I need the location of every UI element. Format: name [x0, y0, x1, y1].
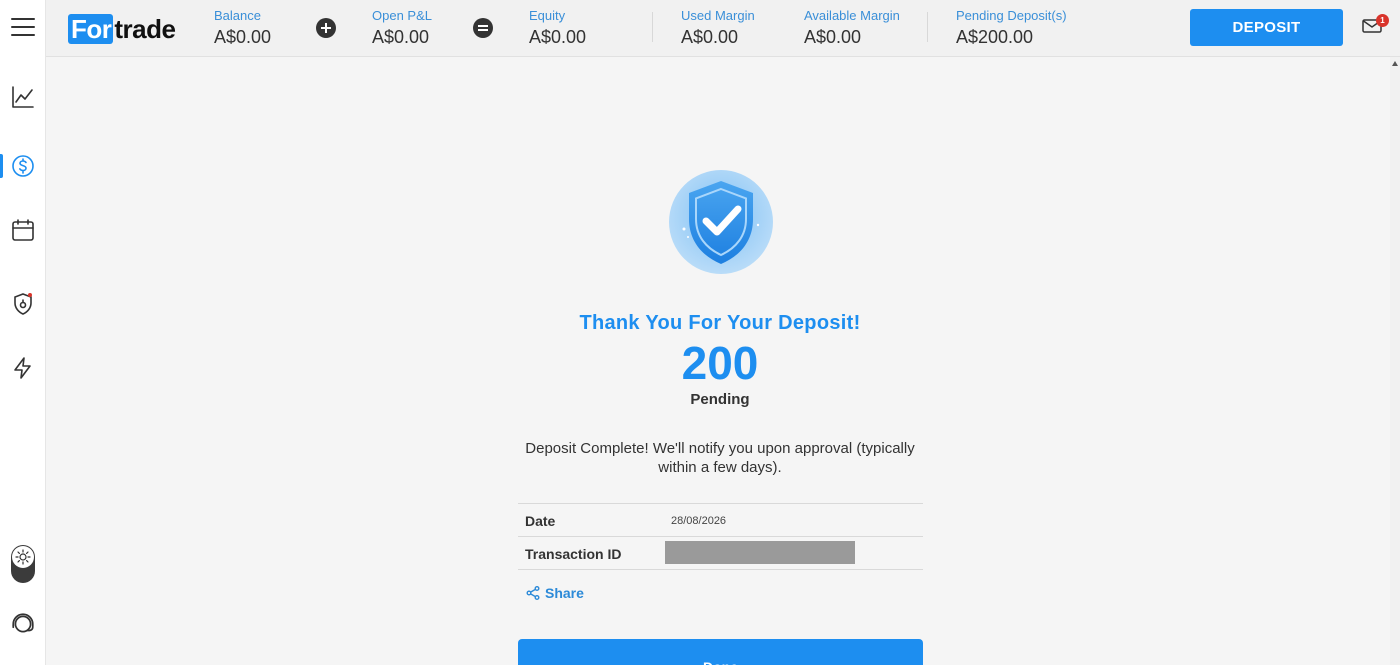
dollar-circle-icon — [12, 155, 34, 177]
metric-value: A$200.00 — [956, 27, 1034, 47]
metric-available-margin: Available Margin A$0.00 — [804, 8, 900, 48]
metric-label: Pending Deposit(s) — [956, 8, 1067, 23]
sidebar-item-deposit[interactable] — [0, 146, 46, 186]
theme-knob — [12, 546, 34, 568]
metric-label: Balance — [214, 8, 261, 23]
done-button[interactable]: Done — [518, 639, 923, 665]
deposit-button[interactable]: DEPOSIT — [1190, 9, 1343, 46]
metric-value: A$0.00 — [529, 27, 587, 47]
inbox-button[interactable]: 1 — [1362, 14, 1389, 38]
menu-button[interactable] — [0, 7, 46, 47]
metric-label: Open P&L — [372, 8, 432, 23]
metric-label: Equity — [529, 8, 566, 23]
fortrade-logo[interactable]: For trade — [68, 13, 176, 45]
sidebar — [0, 0, 46, 665]
scroll-up-arrow[interactable] — [1392, 61, 1398, 66]
headset-icon — [12, 613, 34, 633]
support-button[interactable] — [0, 604, 46, 644]
detail-row-date: Date 28/08/2026 — [518, 504, 923, 537]
shield-check-icon — [669, 170, 773, 274]
equals-circle-icon — [473, 18, 493, 38]
sidebar-item-calendar[interactable] — [0, 210, 46, 250]
share-link[interactable]: Share — [526, 585, 584, 601]
detail-value: 28/08/2026 — [671, 515, 727, 527]
detail-label: Date — [525, 513, 556, 529]
metric-label: Used Margin — [681, 8, 755, 23]
sidebar-item-signals[interactable] — [0, 348, 46, 388]
scrollbar[interactable] — [1390, 57, 1400, 665]
share-label: Share — [545, 585, 584, 601]
sidebar-item-security[interactable] — [0, 284, 46, 324]
metric-value: A$0.00 — [214, 27, 272, 47]
app-root: For trade Balance A$0.00 Open P&L A$0.00 … — [0, 0, 1400, 665]
transaction-details: Date 28/08/2026 Transaction ID — [518, 503, 923, 570]
metric-open-pl: Open P&L A$0.00 — [372, 8, 432, 48]
header-divider — [652, 12, 653, 42]
header-divider — [927, 12, 928, 42]
deposit-status: Pending — [690, 391, 750, 408]
deposit-confirmation-panel: Thank You For Your Deposit! 200 Pending … — [46, 57, 1390, 665]
theme-toggle[interactable] — [11, 545, 35, 583]
metric-label: Available Margin — [804, 8, 900, 23]
metric-equity: Equity A$0.00 — [529, 8, 586, 48]
share-icon — [526, 586, 540, 600]
metric-value: A$0.00 — [681, 27, 739, 47]
notification-badge: 1 — [1376, 14, 1389, 27]
plus-circle-icon — [316, 18, 336, 38]
metric-used-margin: Used Margin A$0.00 — [681, 8, 755, 48]
chart-line-icon — [12, 86, 34, 108]
deposit-amount: 200 — [681, 337, 759, 389]
metric-pending-deposits: Pending Deposit(s) A$200.00 — [956, 8, 1067, 48]
confirmation-message: Deposit Complete! We'll notify you upon … — [525, 440, 915, 476]
top-header: For trade Balance A$0.00 Open P&L A$0.00 … — [46, 0, 1400, 57]
detail-label: Transaction ID — [525, 546, 622, 562]
redacted-transaction-id — [665, 541, 855, 564]
metric-balance: Balance A$0.00 — [214, 8, 271, 48]
lightning-icon — [14, 357, 31, 379]
metric-value: A$0.00 — [372, 27, 430, 47]
confirmation-title: Thank You For Your Deposit! — [579, 312, 861, 334]
logo-rest: trade — [114, 14, 176, 44]
calendar-icon — [12, 219, 34, 241]
logo-highlight: For — [68, 14, 114, 44]
menu-icon — [11, 18, 35, 36]
sun-icon — [15, 549, 31, 565]
sidebar-item-charts[interactable] — [0, 77, 46, 117]
detail-row-transaction-id: Transaction ID — [518, 537, 923, 570]
shield-lock-icon — [14, 293, 32, 315]
metric-value: A$0.00 — [804, 27, 862, 47]
